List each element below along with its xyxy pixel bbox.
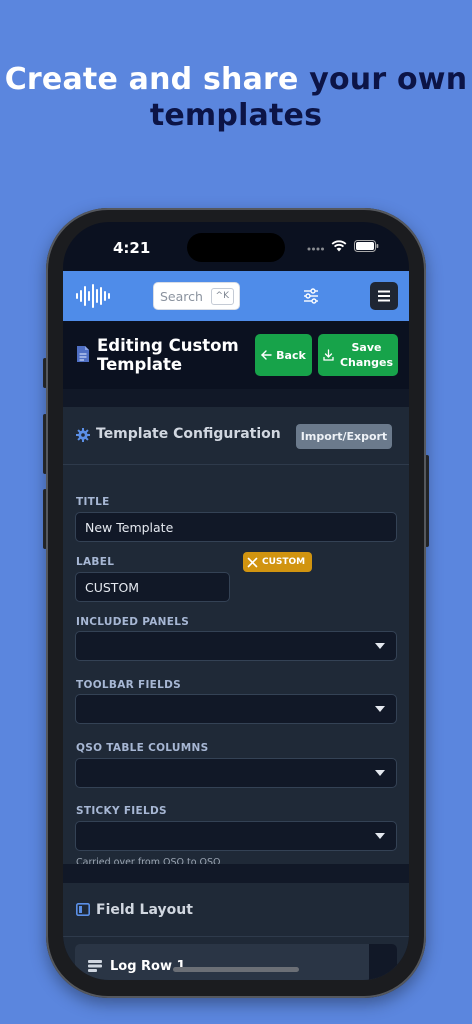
save-label-line1: Save	[351, 341, 382, 354]
qso-table-columns-select[interactable]	[75, 758, 397, 788]
sticky-fields-label: STICKY FIELDS	[76, 805, 167, 817]
import-export-button[interactable]: Import/Export	[296, 424, 392, 449]
download-icon	[323, 349, 334, 361]
title-input[interactable]: New Template	[75, 512, 397, 542]
label-input[interactable]: CUSTOM	[75, 572, 230, 602]
arrow-left-icon	[261, 350, 272, 360]
section-gap	[63, 864, 409, 883]
template-configuration-card: Template Configuration Import/Export TIT…	[63, 407, 409, 868]
headline-part3: templates	[149, 98, 323, 133]
chevron-down-icon	[375, 770, 385, 776]
sticky-fields-select[interactable]	[75, 821, 397, 851]
dynamic-island	[187, 233, 285, 262]
back-label: Back	[276, 348, 306, 362]
tools-icon	[247, 557, 258, 567]
headline-part2: your own	[309, 62, 468, 97]
layout-icon	[76, 903, 90, 916]
hamburger-icon	[378, 290, 390, 302]
field-layout-card: Field Layout Log Row 1	[63, 883, 409, 980]
headline-part1: Create and share	[4, 62, 310, 97]
section-gap	[63, 389, 409, 407]
save-label-line2: Changes	[339, 356, 394, 369]
document-icon	[77, 346, 89, 362]
label-label: LABEL	[76, 556, 115, 568]
included-panels-label: INCLUDED PANELS	[76, 616, 190, 628]
chevron-down-icon	[375, 643, 385, 649]
title-label: TITLE	[76, 496, 110, 508]
signal-icon	[307, 247, 324, 251]
toolbar-fields-label: TOOLBAR FIELDS	[76, 679, 181, 691]
title-bar: Editing Custom Template Back Save Change…	[63, 321, 409, 389]
save-changes-button[interactable]: Save Changes	[318, 334, 398, 376]
custom-badge-label: CUSTOM	[262, 557, 306, 567]
search-input[interactable]: Search ^K	[153, 282, 240, 310]
chevron-down-icon	[375, 706, 385, 712]
row-edge	[369, 944, 397, 980]
back-button[interactable]: Back	[255, 334, 312, 376]
sliders-icon[interactable]	[303, 288, 319, 304]
field-layout-title: Field Layout	[96, 902, 193, 918]
card-title: Template Configuration	[96, 426, 281, 442]
search-placeholder: Search	[160, 288, 203, 304]
toolbar-fields-select[interactable]	[75, 694, 397, 724]
battery-icon	[354, 240, 379, 252]
custom-badge: CUSTOM	[243, 552, 313, 572]
included-panels-select[interactable]	[75, 631, 397, 661]
field-layout-header: Field Layout	[63, 883, 409, 937]
card-header: Template Configuration Import/Export	[63, 407, 409, 465]
status-time: 4:21	[113, 239, 151, 257]
waveform-logo-icon[interactable]	[75, 284, 113, 308]
menu-button[interactable]	[370, 282, 398, 310]
gear-icon	[76, 428, 90, 442]
home-indicator	[173, 967, 299, 972]
phone-screen: 4:21 Search ^K Editing Custom Template B…	[63, 222, 409, 980]
headline: Create and share your own templates	[0, 62, 472, 134]
page-title: Editing Custom Template	[97, 336, 239, 374]
app-header: Search ^K	[63, 271, 409, 321]
log-row-panel[interactable]: Log Row 1	[75, 944, 397, 980]
search-shortcut: ^K	[210, 288, 234, 305]
wifi-icon	[331, 240, 347, 252]
qso-table-columns-label: QSO TABLE COLUMNS	[76, 742, 209, 754]
rows-icon	[88, 960, 102, 972]
chevron-down-icon	[375, 833, 385, 839]
status-icons	[307, 240, 379, 252]
